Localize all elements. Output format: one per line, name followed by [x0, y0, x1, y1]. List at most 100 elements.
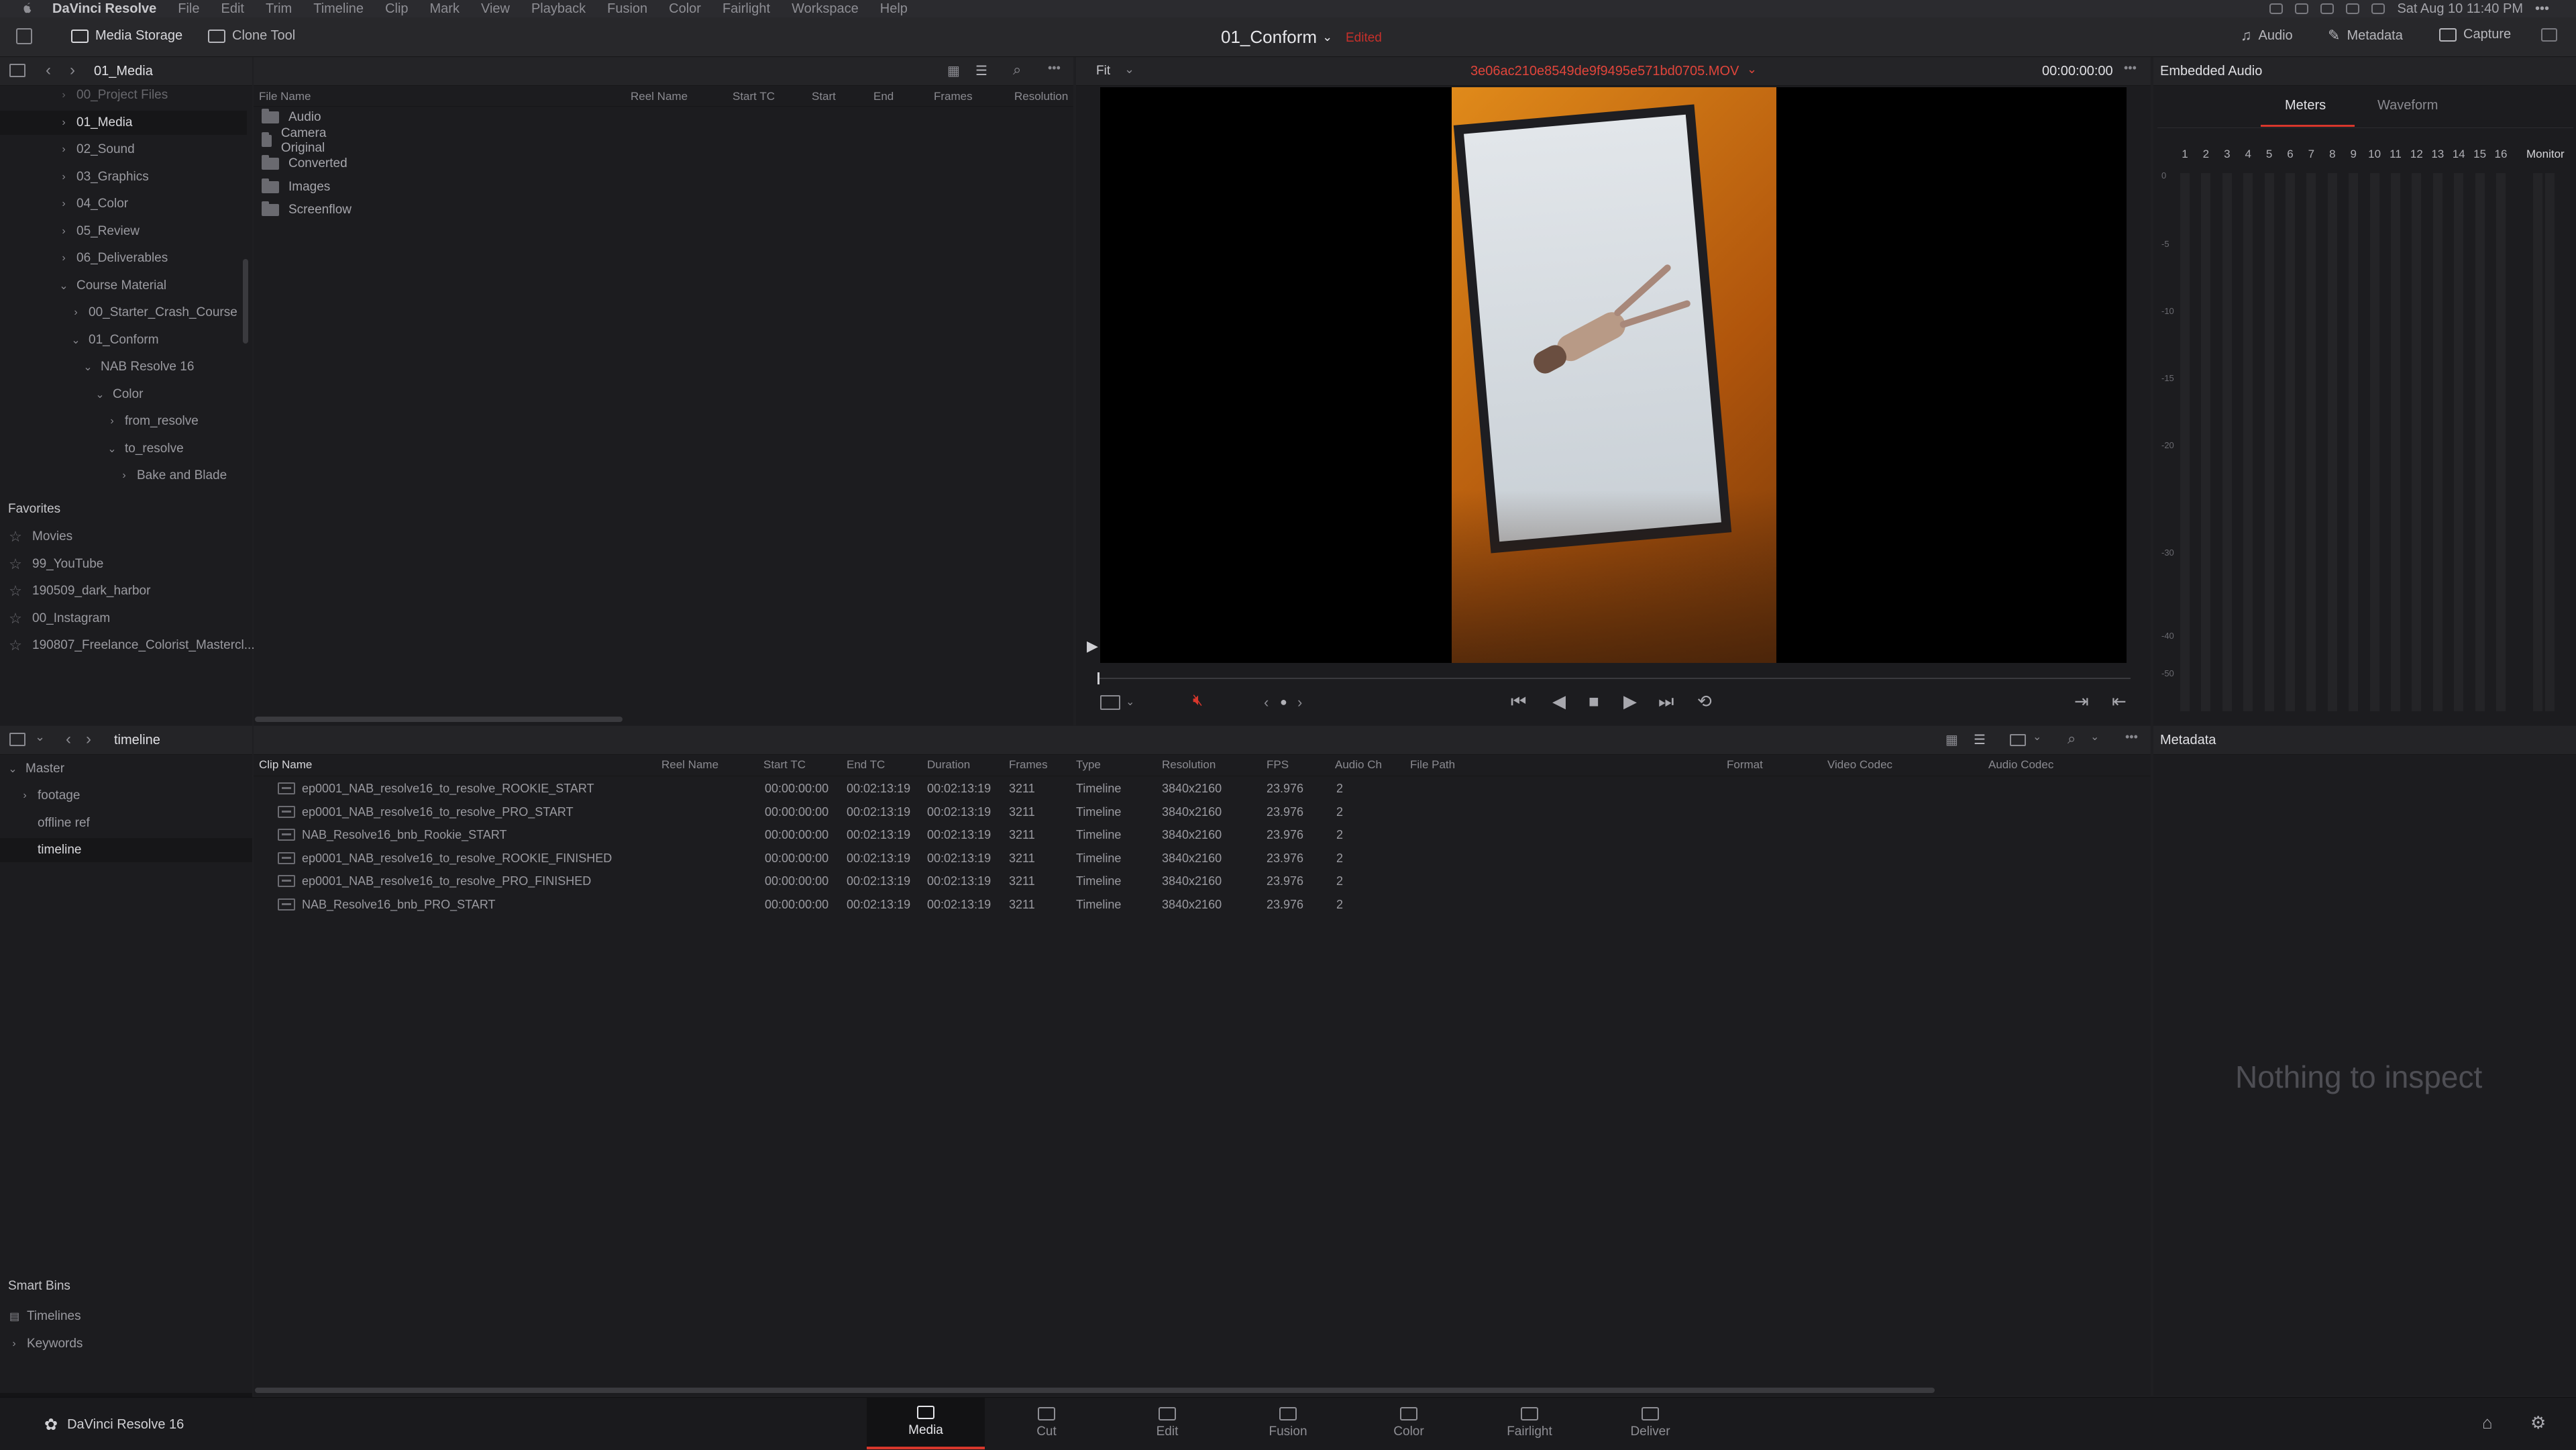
storage-folder[interactable]: ⌄ Color — [0, 382, 247, 407]
col-start-tc[interactable]: Start TC — [763, 758, 806, 772]
col-video-codec[interactable]: Video Codec — [1827, 758, 1892, 772]
page-tab-media[interactable]: Media — [867, 1397, 985, 1449]
col-fps[interactable]: FPS — [1267, 758, 1289, 772]
media-folder[interactable]: Camera Original — [262, 126, 334, 155]
menu-item[interactable]: Timeline — [313, 1, 364, 17]
go-to-start-icon[interactable]: ⏮ — [1511, 691, 1526, 713]
bin-item[interactable]: offline ref — [0, 811, 252, 835]
sidebar-toggle-icon[interactable] — [9, 64, 25, 77]
page-tab-cut[interactable]: Cut — [987, 1397, 1106, 1449]
media-folder[interactable]: Converted — [262, 152, 347, 175]
list-view-icon[interactable]: ☰ — [1974, 731, 1986, 748]
back-icon[interactable]: ‹ — [66, 730, 71, 749]
storage-folder[interactable]: › 00_Project Files — [0, 83, 247, 107]
favorite-item[interactable]: ☆ Movies — [8, 525, 72, 549]
storage-folder[interactable]: › Bake and Blade — [0, 464, 247, 486]
col-end-tc[interactable]: End TC — [847, 758, 885, 772]
storage-folder[interactable]: ⌄ Course Material — [0, 274, 247, 298]
battery-icon[interactable] — [2371, 3, 2385, 14]
page-tab-fairlight[interactable]: Fairlight — [1470, 1397, 1589, 1449]
settings-icon[interactable]: ⚙ — [2530, 1412, 2546, 1433]
col-frames[interactable]: Frames — [934, 90, 973, 103]
tree-scrollbar[interactable] — [243, 259, 248, 344]
col-type[interactable]: Type — [1076, 758, 1101, 772]
page-tab-fusion[interactable]: Fusion — [1229, 1397, 1347, 1449]
menu-item[interactable]: Color — [669, 1, 701, 17]
view-options-icon[interactable] — [1100, 695, 1120, 710]
storage-folder[interactable]: › 03_Graphics — [0, 165, 247, 189]
bin-item[interactable]: › footage — [0, 784, 252, 808]
clip-row[interactable]: ep0001_NAB_resolve16_to_resolve_PRO_STAR… — [255, 800, 2147, 823]
bin-master[interactable]: ⌄ Master — [0, 757, 252, 781]
favorite-item[interactable]: ☆ 190807_Freelance_Colorist_Mastercl... — [8, 633, 255, 658]
jog-left-icon[interactable]: ‹ — [1264, 694, 1269, 711]
clone-tool-button[interactable]: Clone Tool — [199, 24, 305, 48]
forward-icon[interactable]: › — [70, 61, 75, 80]
loop-icon[interactable]: ⟲ — [1697, 691, 1712, 712]
play-icon[interactable]: ▶ — [1623, 691, 1637, 712]
bin-sidebar-toggle-icon[interactable] — [9, 733, 25, 746]
col-clip-name[interactable]: Clip Name — [259, 758, 312, 772]
chevron-down-icon[interactable]: ⌄ — [1747, 62, 1757, 76]
smart-bin-item[interactable]: ▤ Timelines — [0, 1304, 252, 1329]
more-icon[interactable]: ••• — [2535, 1, 2549, 17]
clip-row[interactable]: ep0001_NAB_resolve16_to_resolve_ROOKIE_F… — [255, 847, 2147, 870]
col-duration[interactable]: Duration — [927, 758, 970, 772]
col-audio-ch[interactable]: Audio Ch — [1335, 758, 1382, 772]
mark-out-icon[interactable]: ⇤ — [2112, 691, 2127, 712]
clip-list-scrollbar[interactable] — [255, 1388, 1935, 1393]
options-icon[interactable]: ••• — [1048, 61, 1061, 75]
menu-item[interactable]: Edit — [221, 1, 244, 17]
chevron-down-icon[interactable]: ⌄ — [1124, 62, 1134, 76]
col-resolution[interactable]: Resolution — [1162, 758, 1216, 772]
clip-row[interactable]: ep0001_NAB_resolve16_to_resolve_ROOKIE_S… — [255, 777, 2147, 800]
clip-row[interactable]: NAB_Resolve16_bnb_PRO_START 00:00:00:00 00… — [255, 893, 2147, 916]
bin-item[interactable]: timeline — [0, 838, 252, 862]
chevron-down-icon[interactable]: ⌄ — [2090, 730, 2099, 743]
mute-icon[interactable]: 🔇︎ — [1193, 691, 1203, 710]
col-audio-codec[interactable]: Audio Codec — [1988, 758, 2053, 772]
tab-meters[interactable]: Meters — [2285, 98, 2326, 113]
forward-icon[interactable]: › — [86, 730, 91, 749]
storage-folder[interactable]: › 05_Review — [0, 219, 247, 244]
thumbnail-view-icon[interactable]: ▦ — [1945, 731, 1958, 748]
media-folder[interactable]: Images — [262, 176, 330, 199]
jog-center-icon[interactable]: ● — [1280, 695, 1287, 709]
capture-button[interactable]: Capture — [2439, 27, 2511, 42]
workspace-toggle-icon[interactable] — [16, 28, 32, 44]
apple-icon[interactable] — [20, 1, 35, 16]
storage-folder[interactable]: ⌄ to_resolve — [0, 437, 247, 461]
storage-folder[interactable]: › 06_Deliverables — [0, 246, 247, 270]
mark-in-icon[interactable]: ⇥ — [2074, 691, 2089, 712]
chevron-down-icon[interactable]: ⌄ — [1126, 695, 1134, 709]
chevron-down-icon[interactable]: ⌄ — [35, 730, 45, 744]
tab-waveform[interactable]: Waveform — [2377, 98, 2438, 113]
col-resolution[interactable]: Resolution — [1014, 90, 1068, 103]
fullscreen-icon[interactable] — [2541, 28, 2557, 42]
thumbnail-view-icon[interactable]: ▦ — [947, 62, 960, 79]
storage-folder[interactable]: › from_resolve — [0, 409, 247, 433]
wifi-icon[interactable] — [2346, 3, 2360, 14]
status-icon[interactable] — [2295, 3, 2309, 14]
playhead[interactable] — [1097, 672, 1099, 684]
menu-item[interactable]: Fusion — [607, 1, 647, 17]
search-icon[interactable]: ⌕ — [1013, 61, 1021, 79]
menu-item[interactable]: Mark — [430, 1, 460, 17]
storage-folder[interactable]: ⌄ 01_Conform — [0, 328, 247, 352]
back-icon[interactable]: ‹ — [46, 61, 51, 80]
menu-item[interactable]: File — [178, 1, 199, 17]
menu-item[interactable]: Help — [880, 1, 908, 17]
storage-folder[interactable]: ⌄ NAB Resolve 16 — [0, 355, 247, 379]
app-menu[interactable]: DaVinci Resolve — [52, 1, 156, 17]
menu-item[interactable]: View — [481, 1, 510, 17]
col-frames[interactable]: Frames — [1009, 758, 1048, 772]
step-back-icon[interactable]: ◀ — [1552, 691, 1566, 712]
menu-item[interactable]: Trim — [266, 1, 292, 17]
sort-icon[interactable] — [2010, 734, 2026, 746]
viewer-timecode[interactable]: 00:00:00:00 — [2042, 64, 2113, 79]
file-browser-scrollbar[interactable] — [255, 717, 623, 722]
col-file-name[interactable]: File Name — [259, 90, 311, 103]
scrub-bar[interactable] — [1097, 678, 2131, 679]
clip-row[interactable]: ep0001_NAB_resolve16_to_resolve_PRO_FINI… — [255, 870, 2147, 892]
col-start[interactable]: Start — [812, 90, 836, 103]
